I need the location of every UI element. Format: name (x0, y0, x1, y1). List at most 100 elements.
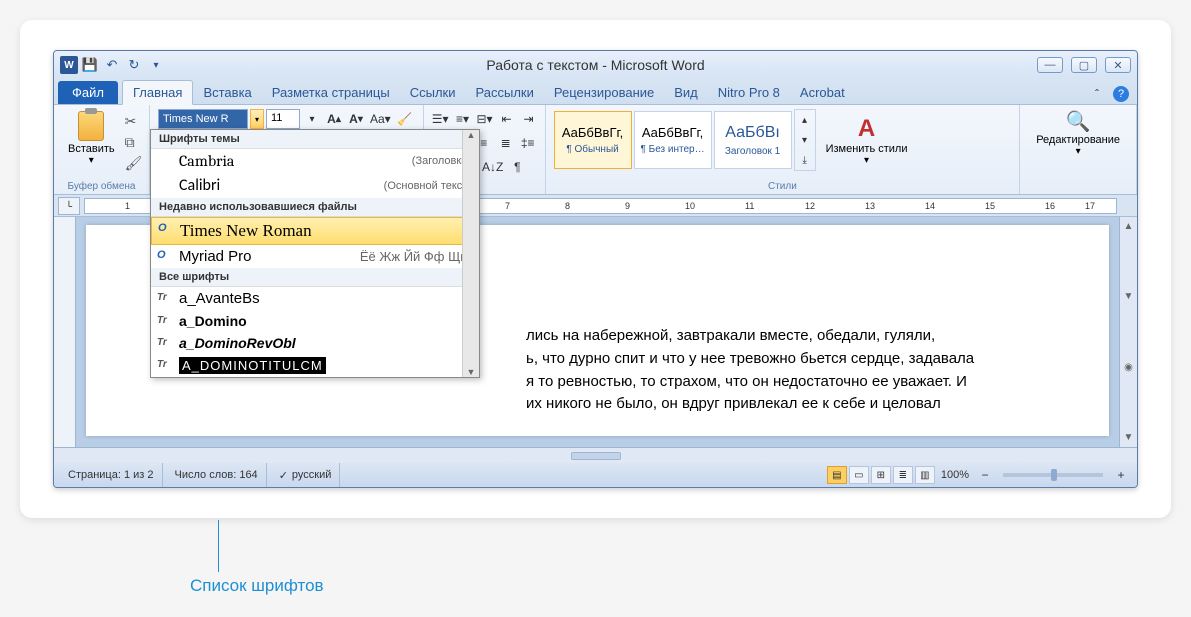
change-styles-icon: A (858, 115, 875, 143)
qat-customize-icon[interactable]: ▾ (146, 55, 166, 75)
change-case-icon[interactable]: Aa▾ (368, 109, 393, 129)
font-option-times-new-roman[interactable]: O Times New Roman (151, 217, 479, 245)
numbering-icon[interactable]: ≡▾ (452, 109, 472, 129)
font-option-myriad-pro[interactable]: O Myriad Pro Ёё Жж Йй Фф Щщ (151, 245, 479, 268)
zoom-level[interactable]: 100% (941, 469, 969, 481)
horizontal-scrollbar[interactable] (54, 447, 1137, 463)
group-label-clipboard: Буфер обмена (62, 179, 141, 192)
tab-mailings[interactable]: Рассылки (466, 81, 544, 104)
show-marks-icon[interactable]: ¶ (507, 157, 527, 177)
tab-nitro[interactable]: Nitro Pro 8 (708, 81, 790, 104)
status-page[interactable]: Страница: 1 из 2 (60, 463, 163, 487)
tab-layout[interactable]: Разметка страницы (262, 81, 400, 104)
tab-view[interactable]: Вид (664, 81, 708, 104)
font-option-cambria[interactable]: Cambria (Заголовки) (151, 149, 479, 173)
opentype-badge-icon: O (157, 249, 166, 261)
vertical-ruler[interactable] (54, 217, 76, 447)
status-language[interactable]: ✓ русский (271, 463, 341, 487)
grow-font-icon[interactable]: A▴ (324, 109, 344, 129)
statusbar: Страница: 1 из 2 Число слов: 164 ✓ русск… (54, 463, 1137, 487)
scroll-down-icon[interactable]: ▼ (1124, 291, 1134, 302)
find-icon: 🔍 (1066, 109, 1091, 134)
font-option-avantebs[interactable]: Tr a_AvanteBs (151, 287, 479, 310)
view-web-icon[interactable]: ⊞ (871, 466, 891, 484)
scroll-up-icon[interactable]: ▲ (1124, 221, 1134, 232)
word-app-icon[interactable]: W (60, 56, 78, 74)
font-option-domino[interactable]: Tr a_Domino (151, 310, 479, 332)
vertical-scrollbar[interactable]: ▲ ▼ ◉ ▼ (1119, 217, 1137, 447)
truetype-badge-icon: Tr (157, 337, 167, 348)
scroll-down-icon[interactable]: ▼ (467, 367, 476, 377)
styles-scroll-up-icon[interactable]: ▴ (795, 110, 815, 130)
dropdown-scrollbar[interactable]: ▲ ▼ (462, 130, 479, 377)
styles-scroll-down-icon[interactable]: ▾ (795, 130, 815, 150)
dd-header-recent: Недавно использовавшиеся файлы (151, 198, 479, 217)
next-page-icon[interactable]: ▼ (1124, 432, 1134, 443)
font-option-dominorevobl[interactable]: Tr a_DominoRevObl (151, 332, 479, 354)
opentype-badge-icon: O (158, 222, 167, 234)
zoom-slider[interactable] (1003, 473, 1103, 477)
tab-acrobat[interactable]: Acrobat (790, 81, 855, 104)
truetype-badge-icon: Tr (157, 359, 167, 370)
group-label-styles: Стили (554, 179, 1012, 192)
group-styles: АаБбВвГг, ¶ Обычный АаБбВвГг, ¶ Без инте… (546, 105, 1021, 194)
view-fullscreen-icon[interactable]: ▭ (849, 466, 869, 484)
titlebar: W 💾 ↶ ↻ ▾ Работа с текстом - Microsoft W… (54, 51, 1137, 79)
view-draft-icon[interactable]: ▥ (915, 466, 935, 484)
view-outline-icon[interactable]: ≣ (893, 466, 913, 484)
doc-text: я то ревностью, то страхом, что он недос… (526, 373, 967, 390)
tab-home[interactable]: Главная (122, 80, 193, 105)
paste-button[interactable]: Вставить ▾ (62, 109, 121, 176)
change-styles-button[interactable]: A Изменить стили ▾ (818, 115, 916, 166)
group-editing: 🔍 Редактирование ▾ (1020, 105, 1137, 194)
copy-icon[interactable]: ⧉ (125, 134, 143, 151)
scroll-up-icon[interactable]: ▲ (467, 130, 476, 140)
line-spacing-icon[interactable]: ‡≡ (518, 133, 538, 153)
ribbon: Вставить ▾ ✂ ⧉ 🖌 Буфер обмена Times New … (54, 105, 1137, 195)
decrease-indent-icon[interactable]: ⇤ (497, 109, 517, 129)
style-normal[interactable]: АаБбВвГг, ¶ Обычный (554, 111, 632, 169)
font-name-input[interactable]: Times New R (158, 109, 248, 129)
increase-indent-icon[interactable]: ⇥ (519, 109, 539, 129)
tab-file[interactable]: Файл (58, 81, 118, 104)
styles-more-icon[interactable]: ⤓ (795, 150, 815, 170)
save-icon[interactable]: 💾 (80, 55, 100, 75)
redo-icon[interactable]: ↻ (124, 55, 144, 75)
clear-formatting-icon[interactable]: 🧹 (395, 109, 415, 129)
font-name-dropdown-button[interactable]: ▾ (250, 109, 264, 129)
font-option-calibri[interactable]: Calibri (Основной текст) (151, 173, 479, 198)
spellcheck-icon: ✓ (279, 469, 288, 482)
maximize-button[interactable]: ▢ (1071, 57, 1097, 73)
font-option-dominotitulcm[interactable]: Tr A_DOMINOTITULCM (151, 354, 479, 377)
font-size-input[interactable]: 11 (266, 109, 300, 129)
tab-references[interactable]: Ссылки (400, 81, 466, 104)
sort-icon[interactable]: A↓Z (480, 157, 505, 177)
truetype-badge-icon: Tr (157, 292, 167, 303)
prev-page-icon[interactable]: ◉ (1124, 362, 1133, 373)
justify-icon[interactable]: ≣ (496, 133, 516, 153)
help-icon[interactable]: ? (1113, 86, 1129, 102)
tab-review[interactable]: Рецензирование (544, 81, 664, 104)
bullets-icon[interactable]: ☰▾ (430, 109, 451, 129)
editing-button[interactable]: 🔍 Редактирование ▾ (1028, 109, 1128, 157)
zoom-out-icon[interactable]: − (975, 465, 995, 485)
zoom-in-icon[interactable]: + (1111, 465, 1131, 485)
view-print-layout-icon[interactable]: ▤ (827, 466, 847, 484)
window-title: Работа с текстом - Microsoft Word (486, 57, 704, 73)
format-painter-icon[interactable]: 🖌 (125, 155, 143, 172)
multilevel-icon[interactable]: ⊟▾ (474, 109, 494, 129)
close-button[interactable]: ✕ (1105, 57, 1131, 73)
cut-icon[interactable]: ✂ (125, 113, 143, 130)
font-size-dropdown-button[interactable]: ▾ (302, 109, 322, 129)
font-list-dropdown: Шрифты темы Cambria (Заголовки) Calibri … (150, 129, 480, 378)
status-word-count[interactable]: Число слов: 164 (167, 463, 267, 487)
shrink-font-icon[interactable]: A▾ (346, 109, 366, 129)
tab-selector[interactable]: └ (58, 197, 80, 215)
doc-text: их никого не было, он вдруг привлекал ее… (526, 395, 941, 412)
style-heading1[interactable]: АаБбВı Заголовок 1 (714, 111, 792, 169)
minimize-ribbon-icon[interactable]: ˆ (1087, 84, 1107, 104)
minimize-button[interactable]: — (1037, 57, 1063, 73)
tab-insert[interactable]: Вставка (193, 81, 261, 104)
style-no-spacing[interactable]: АаБбВвГг, ¶ Без интер… (634, 111, 712, 169)
undo-icon[interactable]: ↶ (102, 55, 122, 75)
